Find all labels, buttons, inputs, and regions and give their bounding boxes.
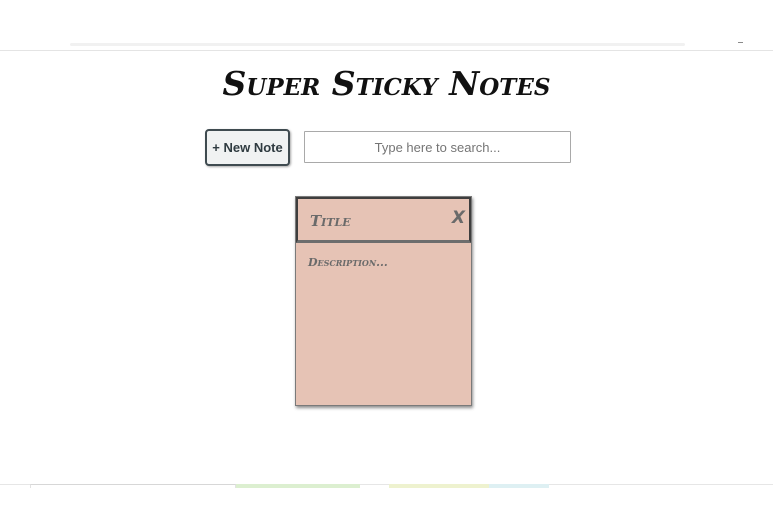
new-note-button[interactable]: + New Note bbox=[205, 129, 290, 166]
bottom-bar-segment-yellow bbox=[389, 484, 489, 488]
note-description-field[interactable]: Description... bbox=[308, 256, 388, 269]
app-title: Super Sticky Notes bbox=[222, 64, 551, 103]
note-header: Title X bbox=[296, 197, 471, 243]
note-title-field[interactable]: Title bbox=[310, 212, 351, 230]
note-close-button[interactable]: X bbox=[452, 208, 465, 228]
top-strip bbox=[70, 43, 685, 46]
top-divider bbox=[0, 50, 773, 51]
window-minimize-icon bbox=[738, 42, 743, 43]
search-input[interactable] bbox=[304, 131, 571, 163]
bottom-bar-segment-blue bbox=[489, 484, 549, 488]
sticky-note: Title X Description... bbox=[295, 196, 472, 406]
bottom-tab bbox=[30, 484, 236, 488]
bottom-bar-segment-green bbox=[236, 484, 360, 488]
